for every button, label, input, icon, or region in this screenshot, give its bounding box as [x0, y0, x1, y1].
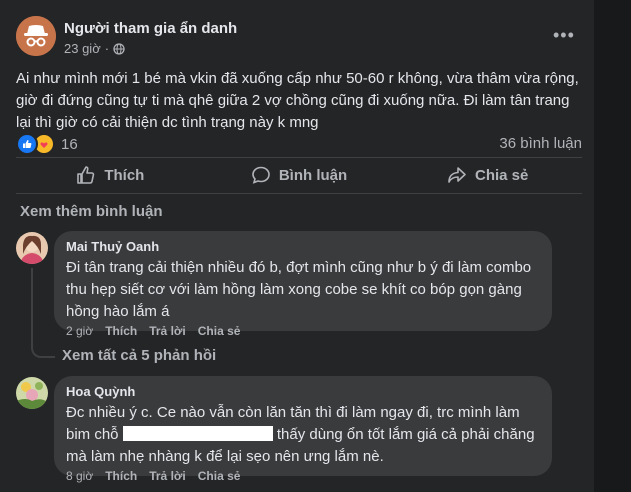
comment-like-button[interactable]: Thích: [105, 469, 137, 483]
comment-text: Đc nhiều ý c. Ce nào vẫn còn lăn tăn thì…: [66, 402, 540, 468]
comment-time[interactable]: 8 giờ: [66, 469, 93, 483]
post-actions: Thích Bình luận Chia sẻ: [16, 157, 582, 193]
post-text: Ai như mình mới 1 bé mà vkin đã xuống cấ…: [16, 70, 579, 131]
globe-icon: [113, 42, 125, 55]
commenter-avatar[interactable]: [16, 232, 48, 264]
comment-time[interactable]: 2 giờ: [66, 324, 93, 338]
commenter-avatar[interactable]: [16, 377, 48, 409]
view-replies-link[interactable]: Xem tất cả 5 phản hồi: [62, 347, 216, 364]
post-author[interactable]: Người tham gia ẩn danh: [64, 20, 237, 37]
like-reaction-icon: [16, 133, 38, 155]
like-label: Thích: [104, 166, 145, 184]
comment-bubble: Mai Thuỷ Oanh Đi tân trang cải thiện nhi…: [54, 231, 552, 331]
thumbs-up-icon: [77, 166, 95, 184]
thread-connector: [31, 268, 55, 358]
post-card: Người tham gia ẩn danh 23 giờ · ••• Ai n…: [0, 0, 594, 492]
commenter-name[interactable]: Hoa Quỳnh: [66, 384, 540, 400]
commenter-name[interactable]: Mai Thuỷ Oanh: [66, 239, 540, 255]
divider: [16, 193, 582, 194]
comment-count[interactable]: 36 bình luận: [499, 135, 582, 152]
reactions-summary[interactable]: 16: [16, 133, 78, 155]
more-options-button[interactable]: •••: [553, 26, 575, 44]
comment-like-button[interactable]: Thích: [105, 324, 137, 338]
comment-actions: 8 giờ Thích Trả lời Chia sẻ: [66, 469, 240, 483]
comment-share-button[interactable]: Chia sẻ: [198, 324, 241, 338]
like-button[interactable]: Thích: [16, 157, 205, 193]
redacted-block: [122, 426, 273, 441]
reaction-count: 16: [61, 135, 78, 153]
comment-reply-button[interactable]: Trả lời: [149, 324, 186, 338]
comment-button[interactable]: Bình luận: [205, 157, 394, 193]
incognito-icon: [16, 16, 56, 56]
anonymous-avatar[interactable]: [16, 16, 56, 56]
comment-bubble-icon: [252, 166, 270, 184]
comment-reply-button[interactable]: Trả lời: [149, 469, 186, 483]
comment-share-button[interactable]: Chia sẻ: [198, 469, 241, 483]
share-button[interactable]: Chia sẻ: [393, 157, 582, 193]
comment-bubble: Hoa Quỳnh Đc nhiều ý c. Ce nào vẫn còn l…: [54, 376, 552, 476]
page-scroll-area[interactable]: [596, 0, 631, 492]
comment-actions: 2 giờ Thích Trả lời Chia sẻ: [66, 324, 240, 338]
see-more-comments-link[interactable]: Xem thêm bình luận: [20, 203, 163, 220]
comment-label: Bình luận: [278, 166, 348, 184]
post-meta: 23 giờ ·: [64, 41, 125, 56]
share-label: Chia sẻ: [475, 166, 529, 184]
comment-text: Đi tân trang cải thiện nhiều đó b, đợt m…: [66, 259, 532, 320]
post-time[interactable]: 23 giờ: [64, 41, 101, 56]
share-arrow-icon: [448, 167, 466, 183]
